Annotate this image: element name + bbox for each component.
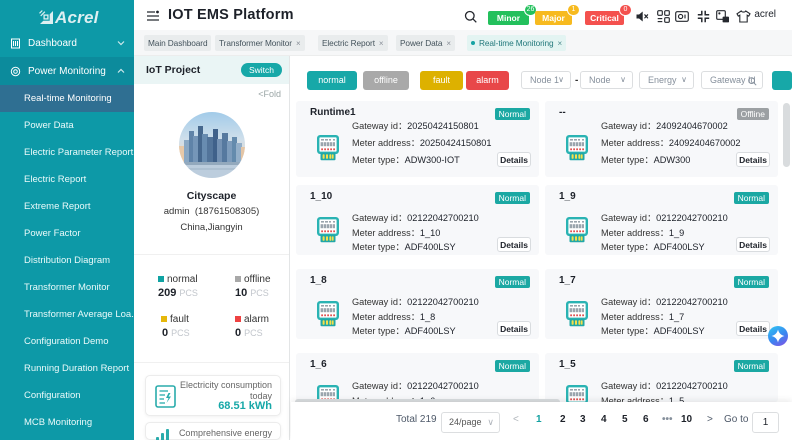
svg-text:Acrel: Acrel (54, 8, 100, 27)
